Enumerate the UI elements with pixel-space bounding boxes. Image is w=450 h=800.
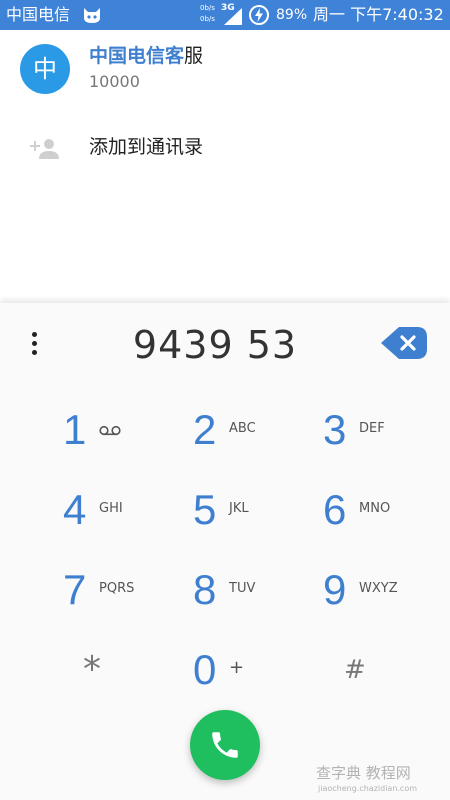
dialed-digits[interactable]: 9439 53 (80, 319, 350, 371)
battery-percent: 89% (276, 7, 308, 23)
dialer-screen: 中国电信 0b/s 0b/s 3G 89% 周一 下午7:40:32 中 中国电… (0, 0, 450, 800)
add-contact-icon (30, 139, 59, 159)
key-6-digit: 6 (323, 486, 347, 533)
contact-number: 10000 (89, 72, 140, 91)
backspace-icon[interactable] (379, 323, 429, 363)
contact-name-match: 中国电信客 (89, 45, 185, 67)
battery-charging-icon (249, 5, 269, 25)
key-7-letters: PQRS (99, 581, 135, 596)
signal-icon (224, 8, 242, 25)
net-down-label: 0b/s (200, 15, 215, 23)
key-2-letters: ABC (229, 421, 256, 436)
key-2[interactable]: 2 ABC (193, 400, 323, 460)
key-0-plus: + (229, 657, 245, 678)
contact-suggestion[interactable]: 中 中国电信客服 10000 (0, 32, 450, 112)
key-9-letters: WXYZ (359, 581, 398, 596)
key-4-digit: 4 (63, 486, 87, 533)
key-0-digit: 0 (193, 646, 217, 693)
dialpad: 9439 53 1 2 ABC 3 DEF 4 GHI 5 JKL 6 MNO … (0, 303, 450, 800)
key-8-digit: 8 (193, 566, 217, 613)
key-7[interactable]: 7 PQRS (63, 560, 193, 620)
contact-name-rest: 服 (184, 45, 204, 67)
key-hash[interactable]: # (344, 640, 450, 700)
status-bar: 中国电信 0b/s 0b/s 3G 89% 周一 下午7:40:32 (0, 0, 450, 30)
watermark: 查字典 教程网 (316, 764, 411, 782)
key-9-digit: 9 (323, 566, 347, 613)
key-hash-symbol: # (344, 655, 366, 685)
key-3-digit: 3 (323, 406, 347, 453)
key-5-digit: 5 (193, 486, 217, 533)
call-button[interactable] (190, 710, 260, 780)
contact-name: 中国电信客服 (89, 44, 203, 68)
key-5-letters: JKL (229, 501, 249, 516)
net-up-label: 0b/s (200, 4, 215, 12)
network-speed: 0b/s 0b/s (200, 3, 215, 25)
key-4-letters: GHI (99, 501, 123, 516)
key-star-symbol: * (83, 649, 101, 690)
key-1[interactable]: 1 (63, 400, 193, 460)
cat-icon (84, 8, 100, 23)
key-8-letters: TUV (229, 581, 256, 596)
watermark-url: jiaocheng.chazidian.com (318, 784, 418, 793)
avatar: 中 (20, 44, 70, 94)
key-4[interactable]: 4 GHI (63, 480, 193, 540)
key-9[interactable]: 9 WXYZ (323, 560, 450, 620)
status-datetime: 周一 下午7:40:32 (313, 5, 444, 24)
key-6-letters: MNO (359, 501, 391, 516)
phone-icon (212, 732, 238, 758)
key-6[interactable]: 6 MNO (323, 480, 450, 540)
add-to-contacts-button[interactable]: 添加到通讯录 (0, 126, 450, 170)
key-2-digit: 2 (193, 406, 217, 453)
voicemail-icon (99, 425, 121, 436)
key-8[interactable]: 8 TUV (193, 560, 323, 620)
more-options-icon[interactable] (22, 329, 48, 359)
key-1-digit: 1 (63, 406, 87, 453)
add-to-contacts-label: 添加到通讯录 (89, 136, 204, 158)
key-5[interactable]: 5 JKL (193, 480, 323, 540)
key-7-digit: 7 (63, 566, 87, 613)
carrier-label: 中国电信 (6, 5, 71, 24)
key-3-letters: DEF (359, 421, 385, 436)
key-3[interactable]: 3 DEF (323, 400, 450, 460)
key-0[interactable]: 0 + (193, 640, 323, 700)
